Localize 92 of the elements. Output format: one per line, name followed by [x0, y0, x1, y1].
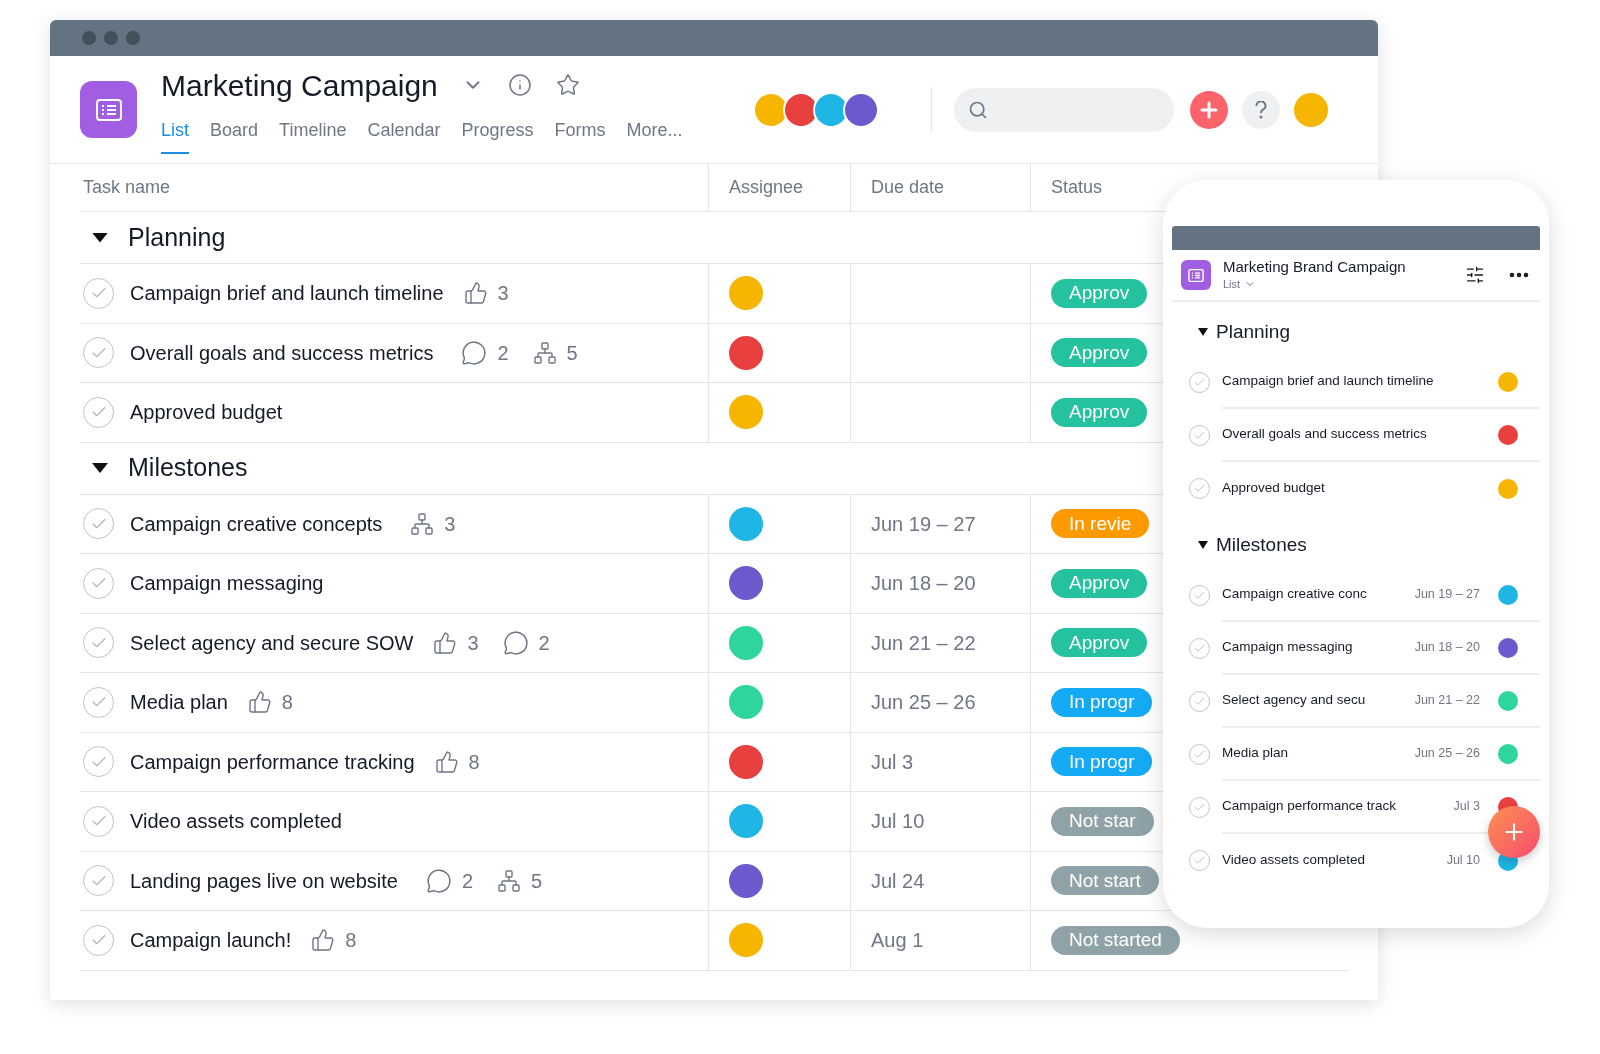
caret-icon[interactable] — [1198, 328, 1208, 336]
column-header[interactable]: Due date — [871, 174, 945, 201]
view-selector[interactable]: List — [1223, 275, 1241, 293]
thumbs-up-icon[interactable] — [311, 928, 336, 953]
column-header[interactable]: Task name — [83, 174, 171, 201]
due-date: Jul 3 — [871, 749, 914, 775]
thumbs-up-icon[interactable] — [463, 281, 488, 306]
due-date: Jun 21 – 22 — [871, 630, 976, 656]
caret-icon[interactable] — [92, 463, 108, 473]
task-name[interactable]: Select agency and secu — [1222, 690, 1415, 711]
like-count: 3 — [467, 630, 479, 656]
due-date: Jul 3 — [1453, 798, 1480, 816]
task-name[interactable]: Campaign messaging — [1222, 637, 1415, 658]
project-title: Marketing Brand Campaign — [1223, 257, 1407, 276]
view-tab[interactable]: Board — [210, 117, 259, 154]
task-name[interactable]: Media plan — [1222, 743, 1415, 764]
thumbs-up-icon[interactable] — [247, 690, 272, 715]
comment-count: 2 — [538, 630, 550, 656]
status-badge[interactable]: Not start — [1051, 866, 1159, 896]
subtask-icon[interactable] — [497, 868, 522, 893]
view-tab[interactable]: Forms — [554, 117, 606, 154]
task-name[interactable]: Campaign messaging — [130, 568, 324, 599]
due-date: Jul 10 — [871, 809, 925, 835]
section-title: Milestones — [128, 452, 248, 484]
thumbs-up-icon[interactable] — [434, 749, 459, 774]
subtask-count: 5 — [566, 340, 578, 366]
task-name[interactable]: Media plan — [130, 687, 228, 718]
question-mark-icon — [1255, 100, 1267, 119]
due-date: Jun 18 – 20 — [1414, 639, 1480, 657]
section-title: Planning — [1216, 319, 1290, 344]
view-tab[interactable]: More... — [626, 117, 683, 154]
status-badge[interactable]: Not star — [1051, 806, 1154, 836]
due-date: Jun 19 – 27 — [871, 511, 976, 537]
search-icon — [968, 99, 988, 120]
status-badge[interactable]: In progr — [1051, 747, 1153, 777]
task-name[interactable]: Approved budget — [1222, 478, 1496, 499]
task-name[interactable]: Campaign launch! — [130, 925, 292, 956]
due-date: Jun 25 – 26 — [871, 690, 976, 716]
column-header[interactable]: Status — [1051, 174, 1103, 201]
task-name[interactable]: Campaign performance tracking — [130, 746, 415, 777]
task-name[interactable]: Video assets completed — [1222, 850, 1447, 871]
add-button[interactable] — [1190, 90, 1228, 129]
due-date: Jun 18 – 20 — [871, 571, 976, 597]
comment-count: 2 — [461, 868, 474, 894]
comment-count: 2 — [497, 340, 509, 366]
section-title: Planning — [128, 221, 226, 253]
task-name[interactable]: Campaign performance track — [1222, 796, 1454, 817]
view-tab[interactable]: Timeline — [279, 117, 347, 154]
task-name[interactable]: Campaign creative conc — [1222, 584, 1415, 605]
task-name[interactable]: Campaign brief and launch timeline — [1222, 371, 1496, 392]
task-name[interactable]: Overall goals and success metrics — [130, 337, 434, 368]
status-badge[interactable]: In progr — [1051, 687, 1153, 717]
comment-icon[interactable] — [425, 867, 452, 894]
help-button[interactable] — [1242, 90, 1280, 129]
like-count: 8 — [345, 928, 357, 954]
status-badge[interactable]: Not started — [1051, 925, 1180, 955]
view-tab[interactable]: Progress — [461, 117, 534, 154]
task-name[interactable]: Campaign brief and launch timeline — [130, 278, 444, 309]
due-date: Jun 21 – 22 — [1414, 692, 1480, 710]
section-title: Milestones — [1216, 532, 1307, 557]
like-count: 3 — [497, 281, 509, 307]
search-field[interactable] — [954, 87, 1174, 132]
due-date: Jul 10 — [1446, 852, 1480, 870]
info-icon[interactable] — [507, 73, 532, 97]
subtask-count: 3 — [444, 511, 456, 537]
like-count: 8 — [468, 749, 480, 775]
project-list-icon — [80, 81, 137, 138]
project-title: Marketing Campaign — [161, 67, 438, 104]
subtask-icon[interactable] — [532, 340, 557, 365]
due-date: Aug 1 — [871, 928, 924, 954]
subtask-count: 5 — [531, 868, 543, 894]
filter-icon[interactable] — [1465, 265, 1485, 285]
comment-icon[interactable] — [502, 629, 529, 656]
due-date: Jun 25 – 26 — [1414, 745, 1480, 763]
comment-icon[interactable] — [461, 339, 488, 366]
due-date: Jun 19 – 27 — [1414, 586, 1480, 604]
view-tab[interactable]: List — [161, 117, 189, 154]
task-name[interactable]: Video assets completed — [130, 806, 342, 837]
view-tab[interactable]: Calendar — [367, 117, 441, 154]
due-date: Jul 24 — [871, 868, 925, 894]
column-header[interactable]: Assignee — [729, 174, 804, 201]
task-name[interactable]: Campaign creative concepts — [130, 508, 383, 539]
task-name[interactable]: Landing pages live on website — [130, 865, 398, 896]
caret-icon[interactable] — [1198, 541, 1208, 549]
star-icon[interactable] — [555, 73, 580, 97]
task-name[interactable]: Select agency and secure SOW — [130, 627, 414, 658]
project-list-icon — [1181, 260, 1211, 290]
like-count: 8 — [281, 690, 293, 716]
task-name[interactable]: Approved budget — [130, 397, 283, 428]
subtask-icon[interactable] — [410, 511, 435, 536]
task-name[interactable]: Overall goals and success metrics — [1222, 424, 1496, 445]
thumbs-up-icon[interactable] — [433, 630, 458, 655]
